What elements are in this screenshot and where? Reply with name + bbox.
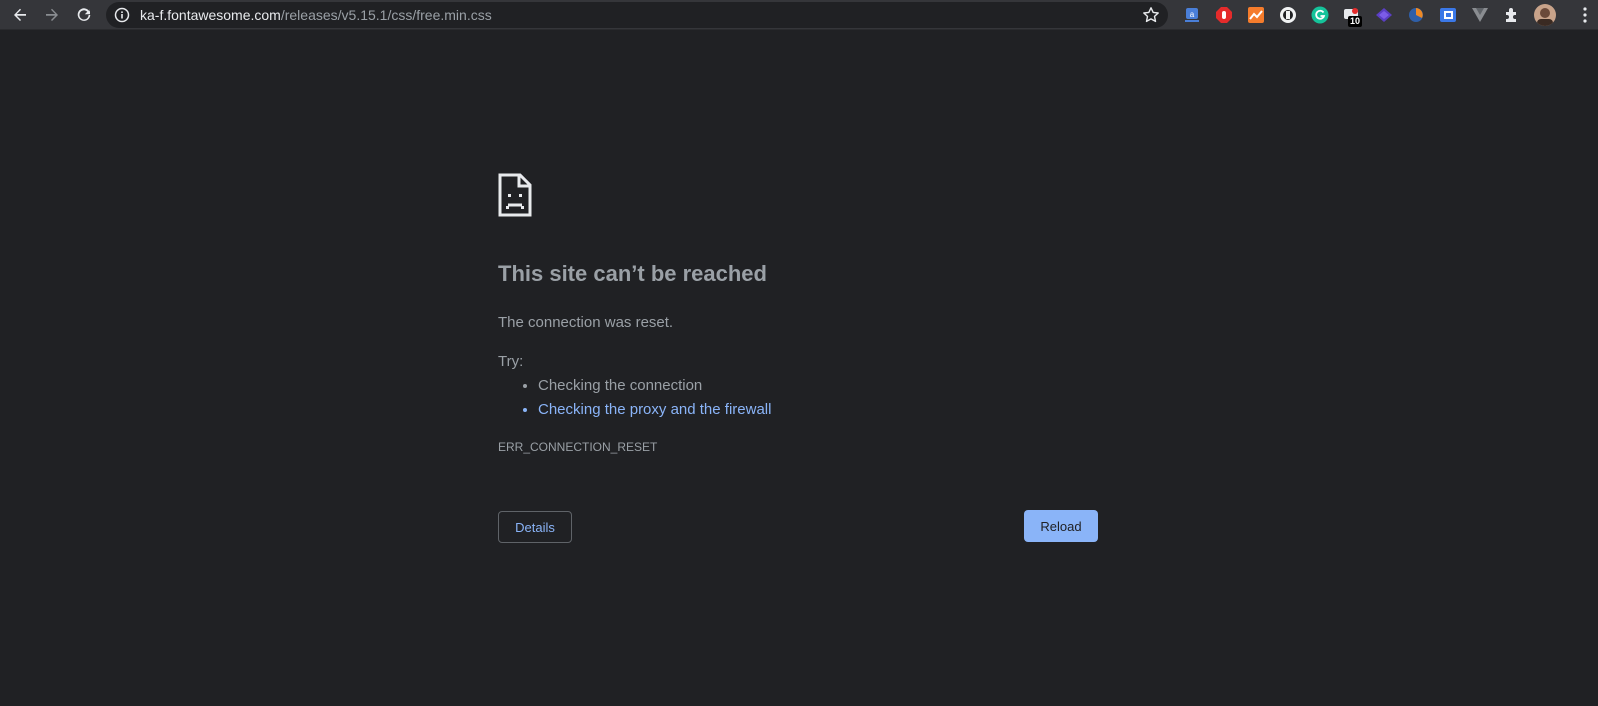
try-label: Try: [498,353,524,370]
error-code: ERR_CONNECTION_RESET [498,440,658,454]
suggestion-list: Checking the connection Checking the pro… [498,374,771,422]
error-message: The connection was reset. [498,314,674,331]
error-title: This site can’t be reached [498,261,767,286]
extension-analytics-icon[interactable] [1247,6,1265,24]
address-bar[interactable]: ka-f.fontawesome.com/releases/v5.15.1/cs… [106,2,1168,28]
suggestion-check-proxy-link[interactable]: Checking the proxy and the firewall [538,398,771,422]
forward-icon [46,8,58,21]
url-host: ka-f.fontawesome.com [140,7,281,23]
url-path: /releases/v5.15.1/css/free.min.css [280,7,492,23]
extension-window-icon[interactable] [1439,6,1457,24]
extension-badge: 10 [1348,16,1363,27]
extension-vue-icon[interactable] [1471,6,1489,24]
extension-layers-icon[interactable] [1375,6,1393,24]
svg-text:a: a [1190,10,1195,19]
forward-button[interactable] [40,3,64,27]
suggestion-check-connection: Checking the connection [538,374,771,398]
extension-fox-icon[interactable] [1407,6,1425,24]
reload-button[interactable]: Reload [1024,510,1098,542]
reload-icon [77,8,91,21]
menu-dots-icon[interactable] [1578,6,1592,24]
extension-adblock-icon[interactable] [1215,6,1233,24]
back-button[interactable] [8,3,32,27]
extension-translate-icon[interactable]: a [1183,6,1201,24]
bookmark-star-icon[interactable] [1142,6,1160,24]
info-icon[interactable] [114,7,130,23]
url-text[interactable]: ka-f.fontawesome.com/releases/v5.15.1/cs… [140,2,492,28]
sad-document-icon [498,173,532,217]
browser-toolbar: ka-f.fontawesome.com/releases/v5.15.1/cs… [0,0,1598,30]
extension-circle-icon[interactable] [1279,6,1297,24]
profile-avatar[interactable] [1534,4,1556,26]
details-button[interactable]: Details [498,511,572,543]
reload-page-button[interactable] [72,3,96,27]
back-icon [14,8,26,21]
extensions-puzzle-icon[interactable] [1503,6,1521,24]
extension-grammarly-icon[interactable] [1311,6,1329,24]
